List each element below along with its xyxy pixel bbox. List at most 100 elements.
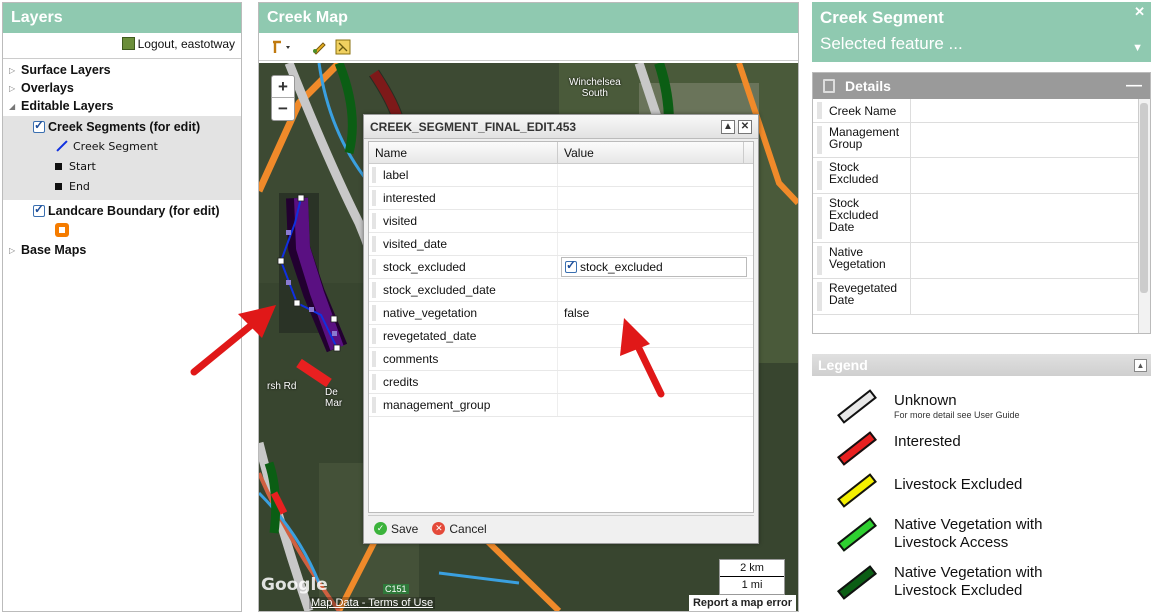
scale-mi: 1 mi (741, 579, 763, 591)
creek-segments-layer-title[interactable]: Creek Segments (for edit) (3, 118, 241, 136)
legend-item-start: Start (3, 156, 241, 176)
document-icon (823, 79, 835, 93)
cancel-button[interactable]: ✕ Cancel (432, 522, 487, 536)
logout-icon[interactable] (121, 37, 135, 50)
place-label-winchelsea: Winchelsea South (569, 77, 621, 99)
column-header-value[interactable]: Value (558, 142, 744, 163)
scale-bar: 2 km 1 mi (719, 559, 785, 595)
expand-triangle-icon[interactable]: ▷ (9, 84, 21, 93)
google-logo: Google (261, 575, 328, 595)
detail-row-management-group: Management Group (813, 123, 1150, 158)
detail-row-native-vegetation: Native Vegetation (813, 243, 1150, 279)
creek-segment-header: Creek Segment Selected feature ... ✕ ▼ (812, 2, 1151, 62)
square-symbol-icon (55, 162, 62, 170)
table-row[interactable]: visited_date (369, 233, 753, 256)
creek-segment-title: Creek Segment (820, 8, 944, 27)
layers-panel: Layers Logout, eastotway ▷ Surface Layers… (2, 2, 242, 612)
check-icon: ✓ (374, 522, 387, 535)
select-feature-icon[interactable] (335, 39, 351, 55)
dialog-title: CREEK_SEGMENT_FINAL_EDIT.453 (370, 119, 577, 134)
legend-item-creek-segment: Creek Segment (3, 136, 241, 156)
scale-km: 2 km (720, 560, 784, 577)
expand-triangle-icon[interactable]: ▷ (9, 246, 21, 255)
legend-item-livestock-excluded: Livestock Excluded (836, 473, 1022, 508)
legend-item-unknown: Unknown For more detail see User Guide (836, 389, 1020, 424)
legend-swatch-livestock-excluded (836, 473, 877, 508)
creek-segments-layer[interactable]: Creek Segments (for edit) Creek Segment … (3, 116, 241, 200)
close-icon[interactable]: ✕ (1134, 4, 1145, 20)
legend-item-native-veg-access: Native Vegetation with Livestock Access (836, 516, 1064, 552)
details-header[interactable]: Details — (813, 73, 1150, 99)
table-row[interactable]: comments (369, 348, 753, 371)
table-row[interactable]: label (369, 164, 753, 187)
table-row[interactable]: stock_excluded stock_excluded (369, 256, 753, 279)
landcare-boundary-layer-title[interactable]: Landcare Boundary (for edit) (3, 202, 241, 220)
tree-node-surface-layers[interactable]: ▷ Surface Layers (3, 61, 241, 79)
legend-swatch-interested (836, 431, 877, 466)
zoom-in-button[interactable]: + (272, 76, 294, 98)
expand-triangle-icon[interactable]: ▷ (9, 66, 21, 75)
tree-node-overlays[interactable]: ▷ Overlays (3, 79, 241, 97)
logout-bar: Logout, eastotway (3, 33, 241, 59)
collapse-icon[interactable]: ▲ (721, 119, 735, 134)
detail-row-revegetated-date: Revegetated Date (813, 279, 1150, 315)
cancel-x-icon: ✕ (432, 522, 446, 535)
legend: Unknown For more detail see User Guide In… (812, 376, 1151, 606)
legend-header[interactable]: Legend ▲ (812, 354, 1151, 376)
table-row[interactable]: management_group (369, 394, 753, 417)
legend-swatch-native-veg-excluded (836, 565, 877, 600)
table-row[interactable]: visited (369, 210, 753, 233)
dialog-titlebar[interactable]: CREEK_SEGMENT_FINAL_EDIT.453 ▲ ✕ (364, 115, 758, 139)
table-row[interactable]: stock_excluded_date (369, 279, 753, 302)
layers-panel-title: Layers (3, 3, 241, 33)
place-label-road: rsh Rd (267, 381, 297, 392)
tree-node-editable-layers[interactable]: ◢ Editable Layers (3, 97, 241, 115)
logout-link[interactable]: Logout, eastotway (138, 37, 235, 51)
zoom-control: + − (271, 75, 295, 121)
collapse-triangle-icon[interactable]: ◢ (9, 102, 21, 111)
line-symbol-icon (56, 140, 68, 152)
zoom-out-button[interactable]: − (272, 98, 294, 120)
edit-pencil-icon[interactable] (311, 39, 327, 55)
creek-layer-checkbox[interactable] (33, 118, 45, 133)
tree-node-base-maps[interactable]: ▷ Base Maps (3, 241, 241, 259)
square-symbol-icon (55, 182, 62, 190)
table-row[interactable]: interested (369, 187, 753, 210)
stock-excluded-checkbox-editor[interactable]: stock_excluded (561, 257, 747, 277)
draw-line-tool-icon[interactable] (271, 39, 290, 55)
selected-feature-dropdown[interactable]: Selected feature ... (820, 34, 1143, 54)
detail-row-stock-excluded-date: Stock Excluded Date (813, 194, 1150, 243)
column-header-name[interactable]: Name (369, 142, 558, 163)
collapse-up-icon[interactable]: ▲ (1134, 358, 1147, 372)
property-grid: Name Value label interested visited visi… (368, 141, 754, 513)
legend-swatch-native-veg-access (836, 517, 877, 552)
dialog-footer: ✓ Save ✕ Cancel (368, 515, 754, 541)
table-row[interactable]: revegetated_date (369, 325, 753, 348)
map-data-link[interactable]: Map Data (311, 597, 359, 609)
map-attribution: Map Data - Terms of Use (309, 597, 436, 609)
legend-item-interested: Interested (836, 431, 961, 466)
detail-row-stock-excluded: Stock Excluded (813, 158, 1150, 194)
landcare-layer-checkbox[interactable] (33, 202, 45, 217)
chevron-down-icon[interactable]: ▼ (1132, 42, 1143, 54)
details-scrollbar[interactable] (1138, 99, 1150, 333)
road-badge-c151: C151 (383, 584, 409, 594)
polygon-symbol-icon (55, 223, 69, 237)
legend-swatch-unknown (836, 389, 877, 424)
creek-segment-panel: Creek Segment Selected feature ... ✕ ▼ D… (812, 2, 1151, 612)
report-map-error-link[interactable]: Report a map error (688, 595, 796, 611)
map-toolbar (259, 33, 798, 61)
legend-item-native-veg-excluded: Native Vegetation with Livestock Exclude… (836, 564, 1074, 600)
property-grid-header: Name Value (369, 142, 753, 164)
map-panel-title: Creek Map (259, 3, 798, 33)
legend-item-end: End (3, 176, 241, 196)
close-icon[interactable]: ✕ (738, 119, 752, 134)
layer-tree: ▷ Surface Layers ▷ Overlays ◢ Editable Laye… (3, 59, 241, 259)
feature-edit-dialog: CREEK_SEGMENT_FINAL_EDIT.453 ▲ ✕ Name Va… (363, 114, 759, 544)
collapse-minus-icon[interactable]: — (1126, 77, 1142, 95)
table-row[interactable]: native_vegetation false (369, 302, 753, 325)
save-button[interactable]: ✓ Save (374, 522, 418, 536)
table-row[interactable]: credits (369, 371, 753, 394)
terms-of-use-link[interactable]: Terms of Use (368, 597, 433, 609)
stock-excluded-checkbox[interactable] (565, 258, 577, 273)
